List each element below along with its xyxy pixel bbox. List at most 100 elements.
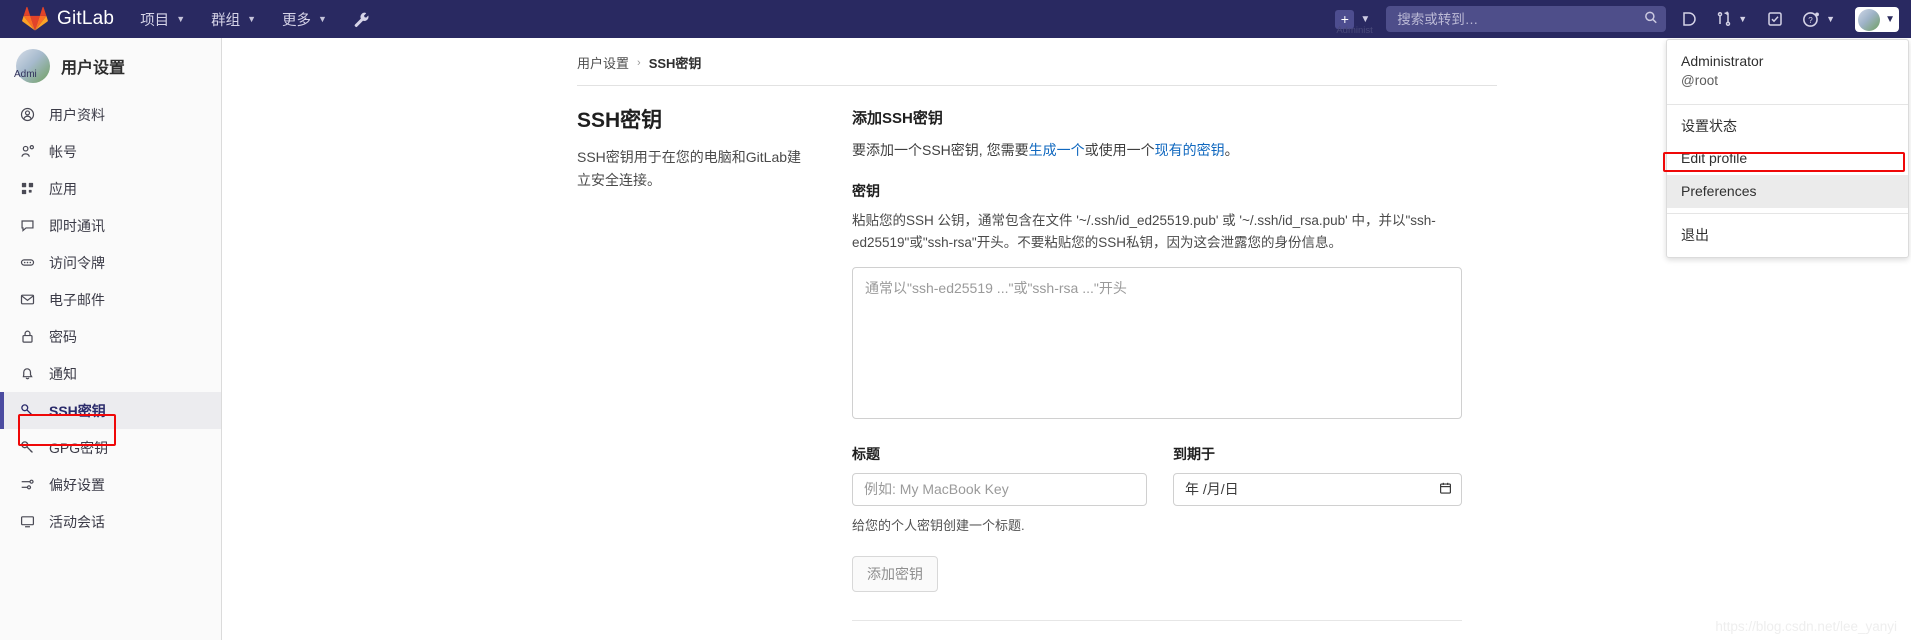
nav-more[interactable]: 更多 ▼ [282, 9, 327, 30]
navbar-left: GitLab 项目 ▼ 群组 ▼ 更多 ▼ [0, 0, 370, 38]
todos-icon[interactable] [1767, 11, 1783, 27]
sidebar-item-label: 帐号 [49, 143, 77, 160]
nav-projects-label: 项目 [140, 12, 170, 29]
generate-key-link[interactable]: 生成一个 [1029, 142, 1085, 158]
chevron-down-icon: ▼ [1738, 14, 1748, 24]
sidebar-item-label: 电子邮件 [49, 291, 105, 308]
main-content: 用户设置 › SSH密钥 SSH密钥 SSH密钥用于在您的电脑和GitLab建立… [222, 38, 1911, 640]
key-title-input[interactable] [852, 472, 1147, 506]
breadcrumb: 用户设置 › SSH密钥 [577, 38, 1552, 72]
chat-bubble-icon [18, 218, 37, 234]
sidebar-item-access-tokens[interactable]: 访问令牌 [0, 244, 221, 281]
breadcrumb-parent[interactable]: 用户设置 [577, 53, 629, 72]
dropdown-handle: @root [1681, 73, 1718, 89]
user-settings-icon [18, 144, 37, 160]
apps-grid-icon [18, 181, 37, 197]
dropdown-display-name: Administrator [1681, 53, 1764, 69]
search-box [1386, 6, 1667, 32]
menu-item-sign-out[interactable]: 退出 [1667, 219, 1908, 252]
existing-key-link[interactable]: 现有的密钥 [1155, 142, 1225, 158]
section-description-column: SSH密钥 SSH密钥用于在您的电脑和GitLab建立安全连接。 [577, 104, 852, 640]
plus-chevron-down-icon[interactable]: ▼ [1360, 14, 1370, 25]
sidebar-item-label: 通知 [49, 365, 77, 382]
monitor-icon [18, 514, 37, 530]
key-field-label: 密钥 [852, 183, 880, 200]
nav-more-label: 更多 [282, 12, 312, 29]
sidebar-item-label: 应用 [49, 180, 77, 197]
content-inner: 用户设置 › SSH密钥 SSH密钥 SSH密钥用于在您的电脑和GitLab建立… [222, 38, 1552, 640]
user-menu-toggle[interactable]: ▼ Administ [1336, 6, 1899, 36]
sidebar-item-label: 即时通讯 [49, 217, 105, 234]
issues-board-icon[interactable] [1680, 11, 1696, 27]
menu-item-edit-profile[interactable]: Edit profile [1667, 142, 1908, 175]
title-and-expiry-row: 标题 给您的个人密钥创建一个标题. 到期于 年 /月/日 [852, 444, 1462, 534]
user-circle-icon [18, 107, 37, 123]
key-icon [18, 440, 37, 456]
lock-icon [18, 329, 37, 345]
dropdown-group-signout: 退出 [1667, 214, 1908, 257]
page-description: SSH密钥用于在您的电脑和GitLab建立安全连接。 [577, 149, 802, 189]
user-dropdown-menu: Administrator @root 设置状态 Edit profile Pr… [1666, 39, 1909, 259]
sidebar-item-label: SSH密钥 [49, 402, 106, 419]
sidebar-item-ssh-keys[interactable]: SSH密钥 [0, 392, 221, 429]
chevron-down-icon: ▼ [247, 14, 257, 24]
chevron-down-icon: ▼ [176, 14, 186, 24]
title-field-label: 标题 [852, 445, 880, 462]
breadcrumb-separator-icon: › [637, 56, 641, 69]
sidebar-item-profile[interactable]: 用户资料 [0, 96, 221, 133]
chevron-down-icon: ▼ [1885, 14, 1895, 25]
search-input[interactable] [1386, 6, 1667, 32]
admin-wrench-icon[interactable] [353, 11, 370, 28]
key-icon [18, 403, 37, 419]
svg-text:?: ? [1808, 15, 1813, 24]
sidebar-item-emails[interactable]: 电子邮件 [0, 281, 221, 318]
user-settings-sidebar: Admi 用户设置 用户资料 帐号 应用 即时通讯 访问令牌 电子邮件 密码 通… [0, 38, 222, 640]
expiry-field-group: 到期于 年 /月/日 [1173, 444, 1462, 534]
settings-columns: SSH密钥 SSH密钥用于在您的电脑和GitLab建立安全连接。 添加SSH密钥… [577, 104, 1552, 640]
expiry-date-value: 年 /月/日 [1185, 481, 1239, 498]
menu-item-preferences[interactable]: Preferences [1667, 175, 1908, 209]
sidebar-item-label: 活动会话 [49, 513, 105, 530]
title-field-group: 标题 给您的个人密钥创建一个标题. [852, 444, 1147, 534]
sidebar-item-preferences[interactable]: 偏好设置 [0, 466, 221, 503]
nav-groups-label: 群组 [211, 12, 241, 29]
bell-icon [18, 366, 37, 382]
nav-projects[interactable]: 项目 ▼ [140, 9, 185, 30]
sidebar-item-active-sessions[interactable]: 活动会话 [0, 503, 221, 540]
expiry-date-input[interactable]: 年 /月/日 [1173, 472, 1462, 506]
sidebar-item-notifications[interactable]: 通知 [0, 355, 221, 392]
menu-item-set-status[interactable]: 设置状态 [1667, 110, 1908, 143]
dropdown-user-header: Administrator @root [1667, 40, 1908, 105]
sidebar-nav: 用户资料 帐号 应用 即时通讯 访问令牌 电子邮件 密码 通知 SSH密钥 GP… [0, 94, 221, 540]
merge-requests-icon[interactable]: ▼ [1716, 11, 1747, 27]
sidebar-item-password[interactable]: 密码 [0, 318, 221, 355]
sidebar-item-applications[interactable]: 应用 [0, 170, 221, 207]
sidebar-item-account[interactable]: 帐号 [0, 133, 221, 170]
dropdown-group-main: 设置状态 Edit profile Preferences [1667, 105, 1908, 215]
sidebar-avatar-label: Admi [14, 69, 37, 80]
top-navbar: GitLab 项目 ▼ 群组 ▼ 更多 ▼ + ▼ 搜索或转到… ▼ ? ▼ ▼… [0, 0, 1911, 38]
calendar-icon[interactable] [1439, 481, 1452, 498]
token-icon [18, 255, 37, 271]
gitlab-logo-icon[interactable] [22, 6, 48, 32]
nav-groups[interactable]: 群组 ▼ [211, 9, 256, 30]
help-icon[interactable]: ? ▼ [1803, 11, 1835, 28]
add-ssh-key-form: 添加SSH密钥 要添加一个SSH密钥, 您需要生成一个或使用一个现有的密钥。 密… [852, 104, 1462, 640]
brand-title[interactable]: GitLab [57, 8, 114, 30]
chevron-down-icon: ▼ [1826, 14, 1836, 24]
sidebar-item-chat[interactable]: 即时通讯 [0, 207, 221, 244]
page-title: SSH密钥 [577, 109, 663, 132]
title-field-help: 给您的个人密钥创建一个标题. [852, 517, 1025, 533]
chevron-down-icon: ▼ [318, 14, 327, 24]
navbar-right: + ▼ ▼ [1335, 0, 1911, 38]
ssh-key-textarea[interactable] [852, 266, 1462, 419]
form-lead-middle: 或使用一个 [1084, 142, 1155, 158]
avatar [1858, 8, 1881, 31]
expiry-field-label: 到期于 [1173, 445, 1215, 462]
sidebar-item-label: 密码 [49, 328, 77, 345]
add-key-button[interactable]: 添加密钥 [852, 555, 938, 592]
form-bottom-divider [852, 619, 1462, 621]
key-field-help: 粘贴您的SSH 公钥，通常包含在文件 '~/.ssh/id_ed25519.pu… [852, 213, 1436, 250]
sidebar-item-gpg-keys[interactable]: GPG密钥 [0, 429, 221, 466]
sidebar-item-label: 用户资料 [49, 106, 105, 123]
